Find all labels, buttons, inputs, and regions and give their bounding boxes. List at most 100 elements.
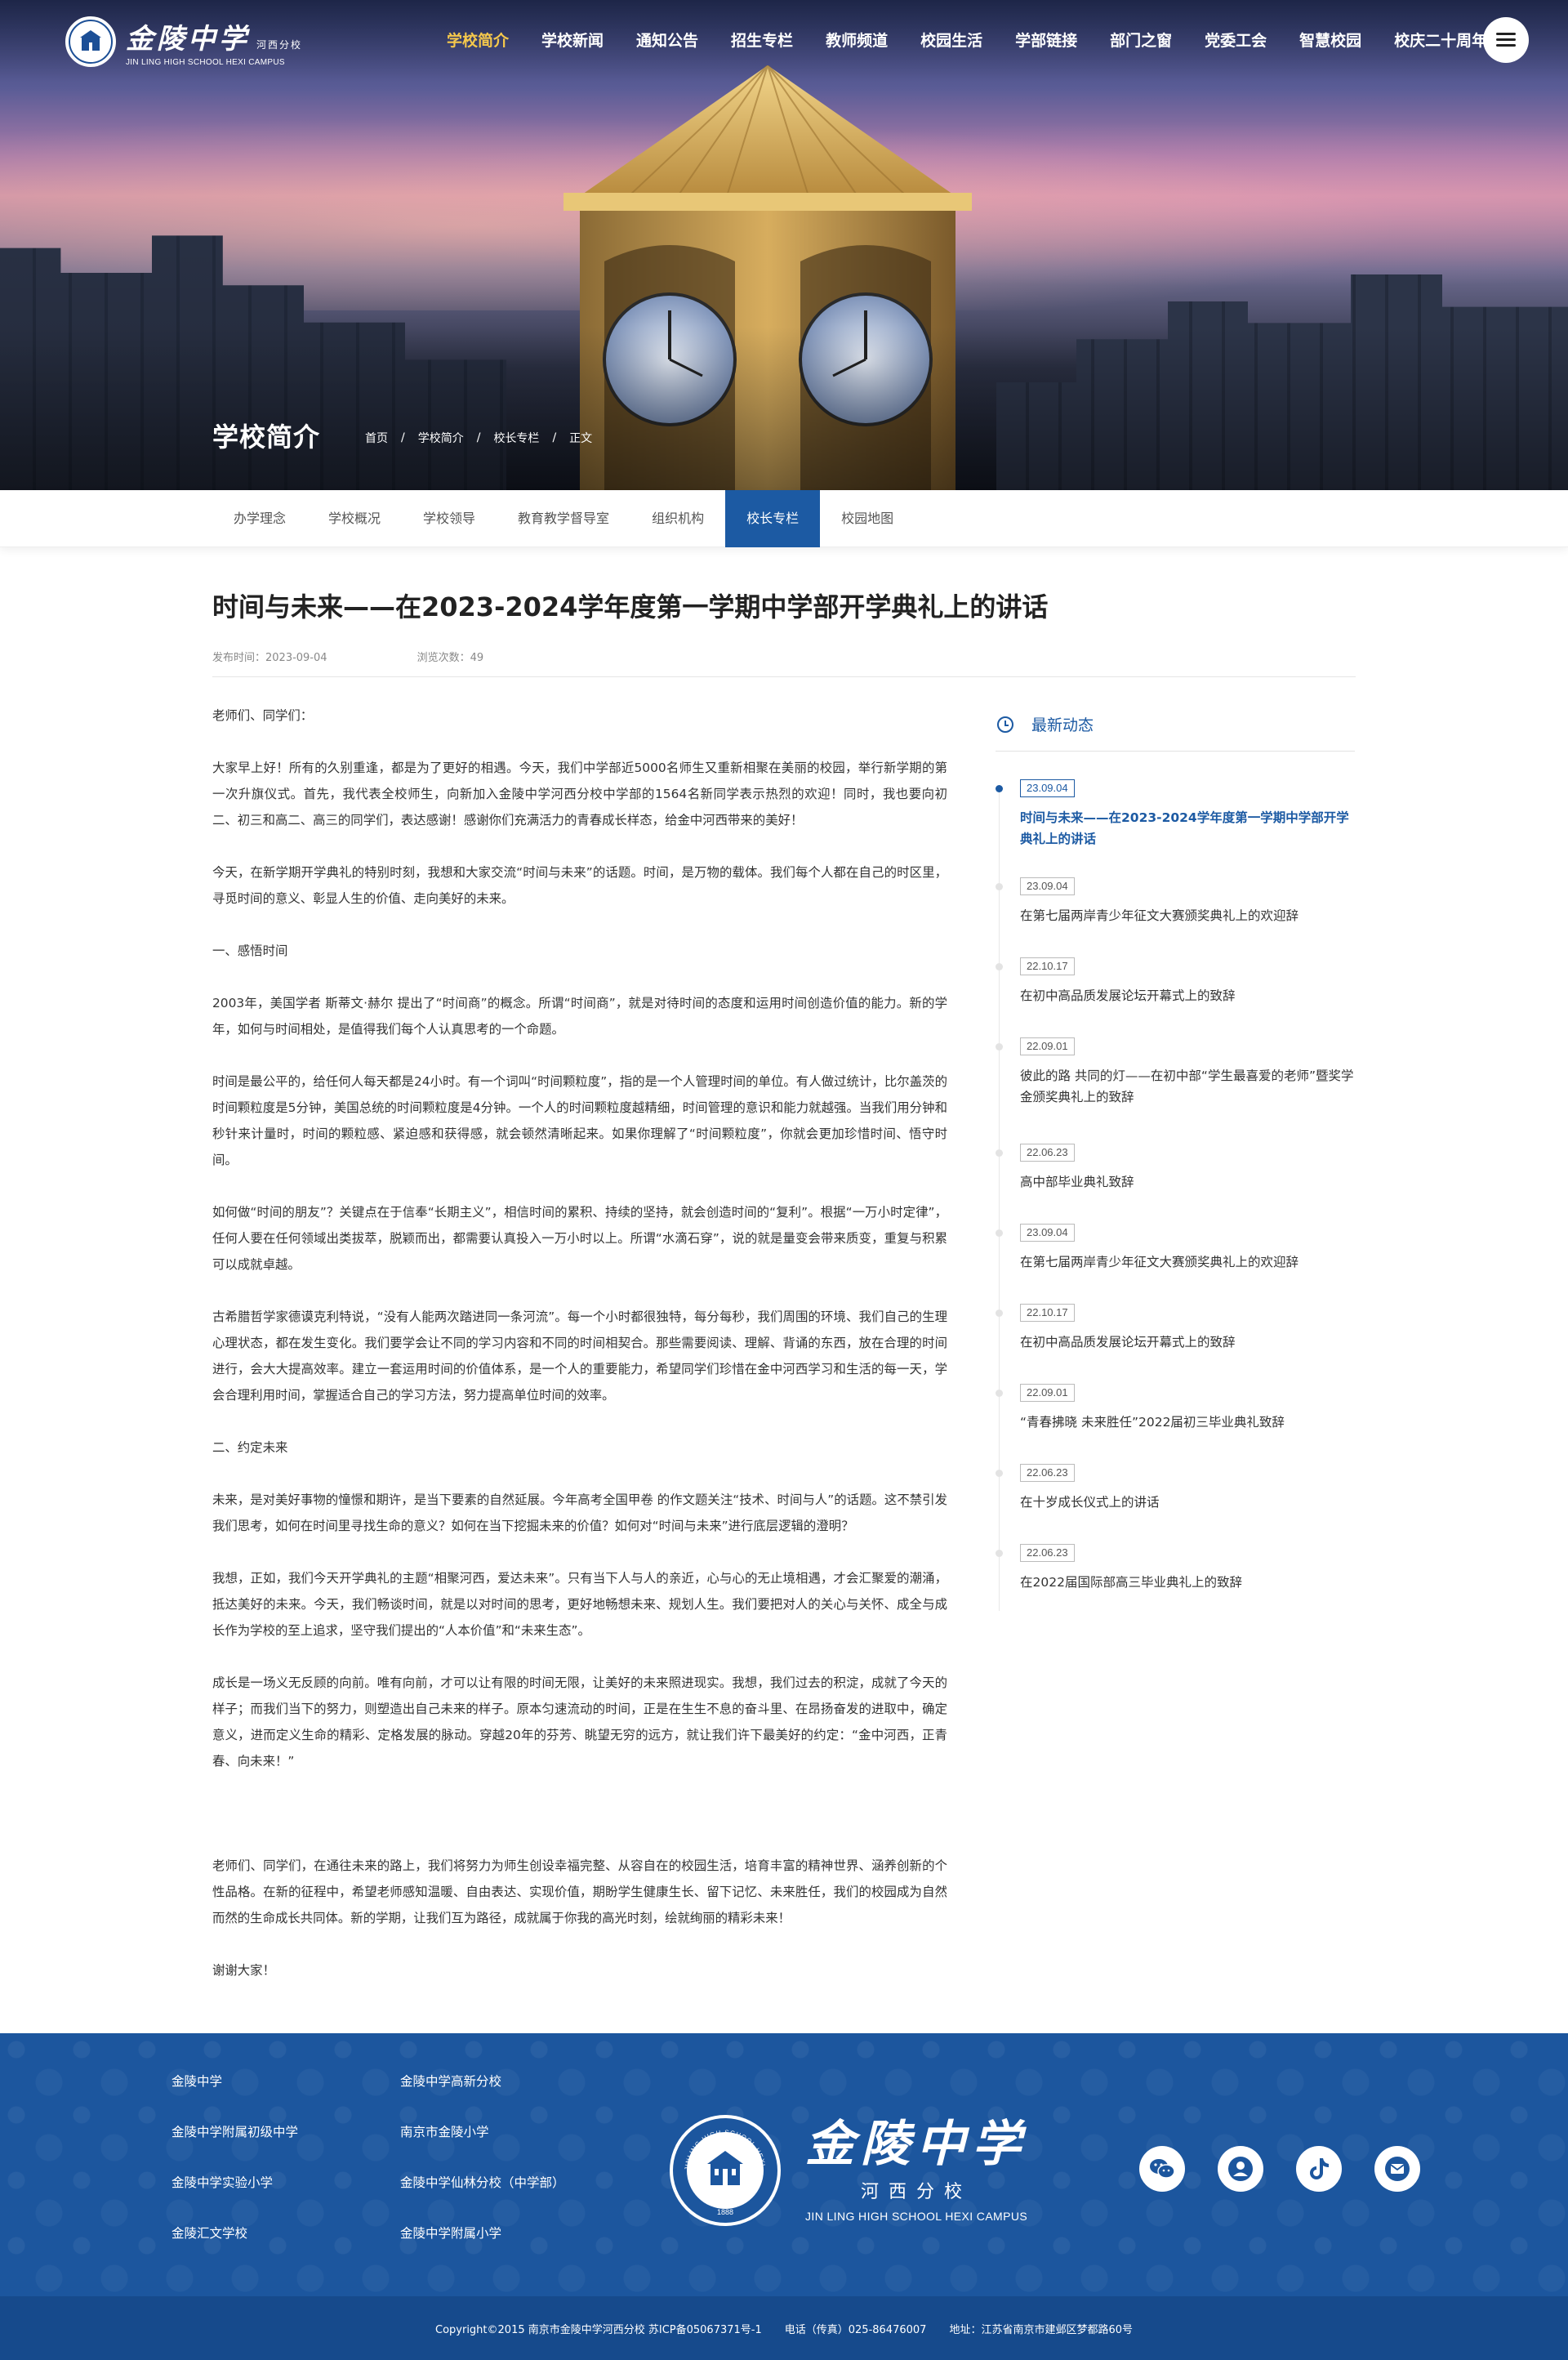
paragraph: 老师们、同学们，在通往未来的路上，我们将努力为师生创设幸福完整、从容自在的校园生…	[212, 1858, 947, 1925]
footer-link[interactable]: 金陵中学	[172, 2072, 400, 2090]
footer-link[interactable]: 金陵中学仙林分校（中学部）	[400, 2174, 645, 2192]
news-item[interactable]: 22.09.01 “青春拂晓 未来胜任”2022届初三毕业典礼致辞	[996, 1384, 1355, 1464]
timeline-dot	[996, 1470, 1003, 1477]
news-timeline: 23.09.04 时间与未来——在2023-2024学年度第一学期中学部开学典礼…	[996, 779, 1355, 1611]
footer-link[interactable]: 南京市金陵小学	[400, 2123, 645, 2141]
tab-campus-map[interactable]: 校园地图	[820, 490, 915, 547]
breadcrumb-principal-column[interactable]: 校长专栏	[493, 430, 539, 446]
news-title[interactable]: 在初中高品质发展论坛开幕式上的致辞	[1020, 1332, 1355, 1353]
news-title[interactable]: 时间与未来——在2023-2024学年度第一学期中学部开学典礼上的讲话	[1020, 807, 1355, 850]
tab-leadership[interactable]: 学校领导	[402, 490, 497, 547]
section-heading: 一、感悟时间	[212, 944, 288, 958]
news-title[interactable]: 高中部毕业典礼致辞	[1020, 1171, 1355, 1193]
user-button[interactable]	[1218, 2146, 1263, 2192]
article-meta: 发布时间：2023-09-04 浏览次数：49	[212, 649, 483, 664]
hamburger-menu-button[interactable]	[1483, 17, 1529, 63]
breadcrumb-home[interactable]: 首页	[365, 430, 388, 446]
seal-year: 1888	[717, 2208, 733, 2216]
view-count: 浏览次数：49	[416, 652, 484, 664]
news-title[interactable]: 在初中高品质发展论坛开幕式上的致辞	[1020, 985, 1355, 1006]
copyright-bar: Copyright©2015 南京市金陵中学河西分校 苏ICP备05067371…	[0, 2296, 1568, 2360]
tab-supervision[interactable]: 教育教学督导室	[497, 490, 630, 547]
paragraph: 未来，是对美好事物的憧憬和期许，是当下要素的自然延展。今年高考全国甲卷 的作文题…	[212, 1492, 947, 1533]
news-title[interactable]: 彼此的路 共同的灯——在初中部“学生最喜爱的老师”暨奖学金颁奖典礼上的致辞	[1020, 1065, 1355, 1108]
footer-link[interactable]: 金陵汇文学校	[172, 2224, 400, 2242]
timeline-dot	[996, 1550, 1003, 1557]
paragraph: 如何做“时间的朋友”？关键点在于信奉“长期主义”，相信时间的累积、持续的坚持，就…	[212, 1205, 947, 1272]
mail-button[interactable]	[1374, 2146, 1420, 2192]
news-item[interactable]: 22.09.01 彼此的路 共同的灯——在初中部“学生最喜爱的老师”暨奖学金颁奖…	[996, 1037, 1355, 1144]
timeline-dot	[996, 883, 1003, 890]
news-date: 23.09.04	[1020, 877, 1075, 895]
tab-philosophy[interactable]: 办学理念	[212, 490, 307, 547]
paragraph: 我想，正如，我们今天开学典礼的主题“相聚河西，爱达未来”。只有当下人与人的亲近，…	[212, 1571, 947, 1638]
clock-icon	[997, 716, 1013, 733]
footer-logo-branch: 河西分校	[861, 2182, 973, 2202]
news-title[interactable]: 在十岁成长仪式上的讲话	[1020, 1492, 1355, 1513]
news-item[interactable]: 22.10.17 在初中高品质发展论坛开幕式上的致辞	[996, 1304, 1355, 1384]
news-title[interactable]: “青春拂晓 未来胜任”2022届初三毕业典礼致辞	[1020, 1412, 1355, 1433]
logo-title: 金陵中学	[126, 23, 250, 56]
mail-icon	[1385, 2157, 1410, 2181]
nav-item-departments[interactable]: 部门之窗	[1094, 25, 1188, 57]
timeline-dot	[996, 1149, 1003, 1157]
nav-item-notices[interactable]: 通知公告	[620, 25, 715, 57]
paragraph: 成长是一场义无反顾的向前。唯有向前，才可以让有限的时间无限，让美好的未来照进现实…	[212, 1675, 947, 1769]
nav-item-teachers[interactable]: 教师频道	[809, 25, 904, 57]
divider	[212, 676, 1356, 677]
article-title: 时间与未来——在2023-2024学年度第一学期中学部开学典礼上的讲话	[212, 591, 1049, 622]
footer-link[interactable]: 金陵中学附属小学	[400, 2224, 645, 2242]
news-date: 22.06.23	[1020, 1544, 1075, 1562]
logo-english: JIN LING HIGH SCHOOL HEXI CAMPUS	[126, 58, 285, 67]
footer-links: 金陵中学 金陵中学高新分校 金陵中学附属初级中学 南京市金陵小学 金陵中学实验小…	[172, 2072, 645, 2242]
news-item[interactable]: 22.06.23 高中部毕业典礼致辞	[996, 1144, 1355, 1224]
news-date: 22.10.17	[1020, 957, 1075, 975]
tab-overview[interactable]: 学校概况	[307, 490, 402, 547]
footer-link[interactable]: 金陵中学高新分校	[400, 2072, 645, 2090]
sidebar-header: 最新动态	[996, 711, 1355, 752]
news-item[interactable]: 22.10.17 在初中高品质发展论坛开幕式上的致辞	[996, 957, 1355, 1037]
paragraph: 时间是最公平的，给任何人每天都是24小时。有一个词叫“时间颗粒度”，指的是一个人…	[212, 1074, 947, 1167]
breadcrumb-separator: /	[552, 431, 557, 444]
hero-banner: 金陵中学 河西分校 JIN LING HIGH SCHOOL HEXI CAMP…	[0, 0, 1568, 490]
footer-logo-english: JIN LING HIGH SCHOOL HEXI CAMPUS	[805, 2210, 1028, 2223]
news-item[interactable]: 23.09.04 在第七届两岸青少年征文大赛颁奖典礼上的欢迎辞	[996, 877, 1355, 957]
paragraph: 2003年，美国学者 斯蒂文·赫尔 提出了“时间商”的概念。所谓“时间商”，就是…	[212, 996, 947, 1037]
nav-item-smart-campus[interactable]: 智慧校园	[1283, 25, 1378, 57]
wechat-button[interactable]	[1139, 2146, 1185, 2192]
timeline-dot	[996, 1390, 1003, 1397]
nav-item-campus-life[interactable]: 校园生活	[904, 25, 999, 57]
site-logo[interactable]: 金陵中学 河西分校 JIN LING HIGH SCHOOL HEXI CAMP…	[65, 16, 302, 67]
nav-item-divisions[interactable]: 学部链接	[999, 25, 1094, 57]
footer-link[interactable]: 金陵中学附属初级中学	[172, 2123, 400, 2141]
section-heading: 二、约定未来	[212, 1440, 288, 1455]
news-item[interactable]: 22.06.23 在2022届国际部高三毕业典礼上的致辞	[996, 1544, 1355, 1609]
nav-item-news[interactable]: 学校新闻	[525, 25, 620, 57]
breadcrumb-about[interactable]: 学校简介	[418, 430, 464, 446]
nav-item-party-union[interactable]: 党委工会	[1188, 25, 1283, 57]
breadcrumb: 首页 / 学校简介 / 校长专栏 / 正文	[365, 430, 592, 446]
news-item[interactable]: 23.09.04 时间与未来——在2023-2024学年度第一学期中学部开学典礼…	[996, 779, 1355, 877]
tab-organization[interactable]: 组织机构	[630, 490, 725, 547]
site-header: 金陵中学 河西分校 JIN LING HIGH SCHOOL HEXI CAMP…	[0, 0, 1568, 82]
page-title: 学校简介	[212, 422, 321, 453]
news-item[interactable]: 23.09.04 在第七届两岸青少年征文大赛颁奖典礼上的欢迎辞	[996, 1224, 1355, 1304]
tiktok-button[interactable]	[1296, 2146, 1342, 2192]
news-date: 22.09.01	[1020, 1037, 1075, 1055]
main-nav: 学校简介 学校新闻 通知公告 招生专栏 教师频道 校园生活 学部链接 部门之窗 …	[430, 25, 1503, 57]
news-title[interactable]: 在第七届两岸青少年征文大赛颁奖典礼上的欢迎辞	[1020, 1251, 1355, 1273]
nav-item-admissions[interactable]: 招生专栏	[715, 25, 809, 57]
address-text: 地址：江苏省南京市建邺区梦都路60号	[949, 2323, 1133, 2336]
latest-news-sidebar: 最新动态 23.09.04 时间与未来——在2023-2024学年度第一学期中学…	[996, 711, 1355, 1611]
logo-seal-icon	[65, 16, 116, 67]
news-title[interactable]: 在第七届两岸青少年征文大赛颁奖典礼上的欢迎辞	[1020, 905, 1355, 926]
tab-principal-column[interactable]: 校长专栏	[725, 490, 821, 547]
footer-link[interactable]: 金陵中学实验小学	[172, 2174, 400, 2192]
sub-nav: 办学理念 学校概况 学校领导 教育教学督导室 组织机构 校长专栏 校园地图	[0, 490, 1568, 547]
news-item[interactable]: 22.06.23 在十岁成长仪式上的讲话	[996, 1464, 1355, 1544]
news-title[interactable]: 在2022届国际部高三毕业典礼上的致辞	[1020, 1572, 1355, 1593]
breadcrumb-current: 正文	[569, 432, 593, 445]
news-date: 23.09.04	[1020, 1224, 1075, 1242]
paragraph: 谢谢大家！	[212, 1963, 275, 1978]
nav-item-about[interactable]: 学校简介	[430, 25, 525, 57]
